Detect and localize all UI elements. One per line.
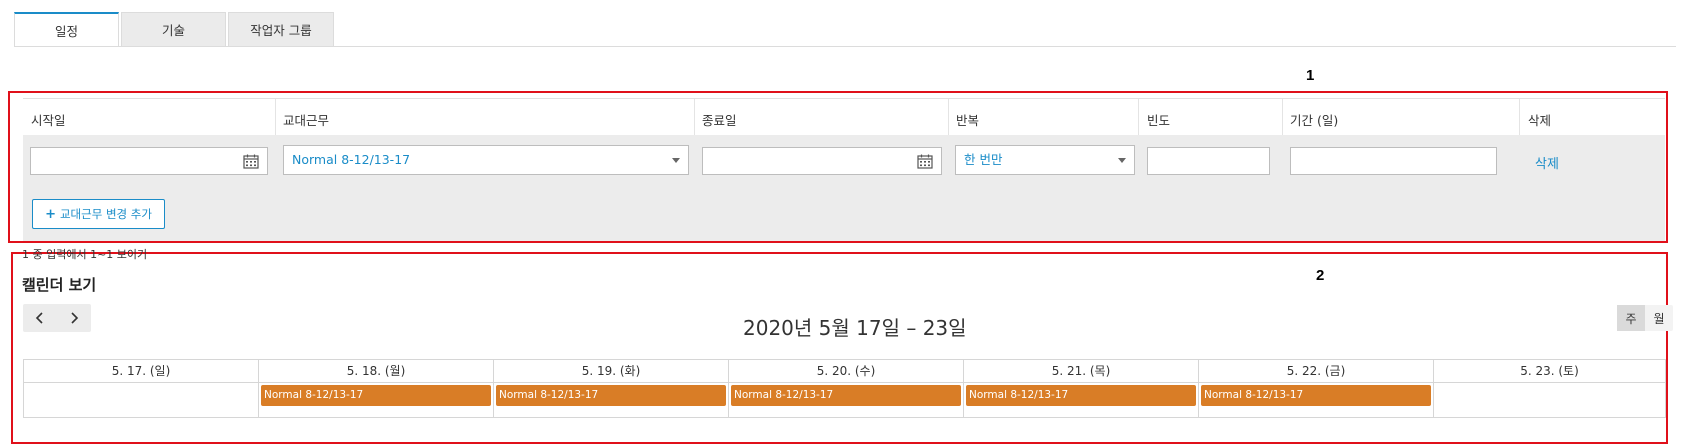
shift-event[interactable]: Normal 8-12/13-17 xyxy=(731,385,961,406)
column-divider xyxy=(948,99,949,136)
add-shift-change-button[interactable]: + 교대근무 변경 추가 xyxy=(32,199,165,229)
day-cell-sun[interactable] xyxy=(24,382,259,417)
end-date-input[interactable] xyxy=(702,147,942,175)
next-week-button[interactable] xyxy=(57,304,91,332)
shift-event[interactable]: Normal 8-12/13-17 xyxy=(1201,385,1431,406)
tab-skills[interactable]: 기술 xyxy=(121,12,226,46)
date-range-title: 2020년 5월 17일 – 23일 xyxy=(743,316,967,340)
header-end-date: 종료일 xyxy=(702,113,737,128)
chevron-left-icon xyxy=(35,312,43,324)
calendar-icon[interactable] xyxy=(243,154,259,169)
month-view-button[interactable]: 월 xyxy=(1645,305,1673,331)
day-cell-fri[interactable]: Normal 8-12/13-17 xyxy=(1199,382,1434,417)
column-divider xyxy=(1519,99,1520,136)
day-header-sat: 5. 23. (토) xyxy=(1520,364,1579,378)
day-header-mon: 5. 18. (월) xyxy=(259,360,494,382)
header-duration: 기간 (일) xyxy=(1290,113,1339,128)
day-cell-tue[interactable]: Normal 8-12/13-17 xyxy=(494,382,729,417)
calendar-nav xyxy=(23,304,91,332)
annotation-number-2: 2 xyxy=(1316,267,1325,284)
tab-label: 작업자 그룹 xyxy=(250,23,312,38)
shift-event[interactable]: Normal 8-12/13-17 xyxy=(261,385,491,406)
shift-event[interactable]: Normal 8-12/13-17 xyxy=(966,385,1196,406)
column-divider xyxy=(275,99,276,136)
day-cell-wed[interactable]: Normal 8-12/13-17 xyxy=(729,382,964,417)
shift-change-form: 시작일 교대근무 종료일 반복 빈도 기간 (일) 삭제 Normal 8-12… xyxy=(23,98,1665,241)
repeat-select[interactable]: 한 번만 xyxy=(955,145,1135,175)
day-cell-thu[interactable]: Normal 8-12/13-17 xyxy=(964,382,1199,417)
tab-label: 기술 xyxy=(161,23,185,38)
shift-select[interactable]: Normal 8-12/13-17 xyxy=(283,145,689,175)
tab-label: 일정 xyxy=(54,23,78,39)
frequency-input[interactable] xyxy=(1147,147,1270,175)
plus-icon: + xyxy=(45,206,56,222)
shift-event[interactable]: Normal 8-12/13-17 xyxy=(496,385,726,406)
entries-count-text: 1 중 입력에서 1~1 보이기 xyxy=(22,248,148,261)
header-frequency: 빈도 xyxy=(1147,113,1171,128)
day-cell-sat[interactable] xyxy=(1434,382,1665,417)
week-calendar-grid: 5. 17. (일) 5. 18. (월) 5. 19. (화) 5. 20. … xyxy=(23,359,1666,418)
view-toggle: 주 월 xyxy=(1617,305,1673,331)
chevron-right-icon xyxy=(71,312,79,324)
caret-down-icon xyxy=(672,158,680,163)
annotation-number-1: 1 xyxy=(1306,67,1315,84)
week-view-button[interactable]: 주 xyxy=(1617,305,1645,331)
delete-link[interactable]: 삭제 xyxy=(1535,153,1559,172)
previous-week-button[interactable] xyxy=(23,304,57,332)
duration-input[interactable] xyxy=(1290,147,1497,175)
column-divider xyxy=(694,99,695,136)
form-header-row: 시작일 교대근무 종료일 반복 빈도 기간 (일) 삭제 xyxy=(23,98,1665,136)
day-header-thu: 5. 21. (목) xyxy=(964,360,1199,382)
form-entry-row: Normal 8-12/13-17 한 번만 삭제 + 교대근무 변경 추가 xyxy=(23,135,1665,241)
shift-select-value: Normal 8-12/13-17 xyxy=(292,152,411,167)
repeat-select-value: 한 번만 xyxy=(964,152,1003,167)
header-delete: 삭제 xyxy=(1528,113,1552,128)
day-header-fri: 5. 22. (금) xyxy=(1199,360,1434,382)
column-divider xyxy=(1282,99,1283,136)
caret-down-icon xyxy=(1118,158,1126,163)
calendar-icon[interactable] xyxy=(917,154,933,169)
tab-worker-groups[interactable]: 작업자 그룹 xyxy=(228,12,334,46)
tabs-divider xyxy=(14,46,1676,47)
day-cell-mon[interactable]: Normal 8-12/13-17 xyxy=(259,382,494,417)
day-header-sun: 5. 17. (일) xyxy=(24,360,259,382)
add-shift-change-label: 교대근무 변경 추가 xyxy=(59,207,152,221)
day-header-wed: 5. 20. (수) xyxy=(729,360,964,382)
day-header-tue: 5. 19. (화) xyxy=(494,360,729,382)
column-divider xyxy=(1138,99,1139,136)
header-shift: 교대근무 xyxy=(283,113,330,128)
tab-bar: 일정 기술 작업자 그룹 xyxy=(14,12,336,46)
tab-schedule[interactable]: 일정 xyxy=(14,12,119,46)
header-start-date: 시작일 xyxy=(31,113,66,128)
start-date-input[interactable] xyxy=(30,147,268,175)
header-repeat: 반복 xyxy=(956,113,980,128)
calendar-title: 캘린더 보기 xyxy=(22,276,97,294)
